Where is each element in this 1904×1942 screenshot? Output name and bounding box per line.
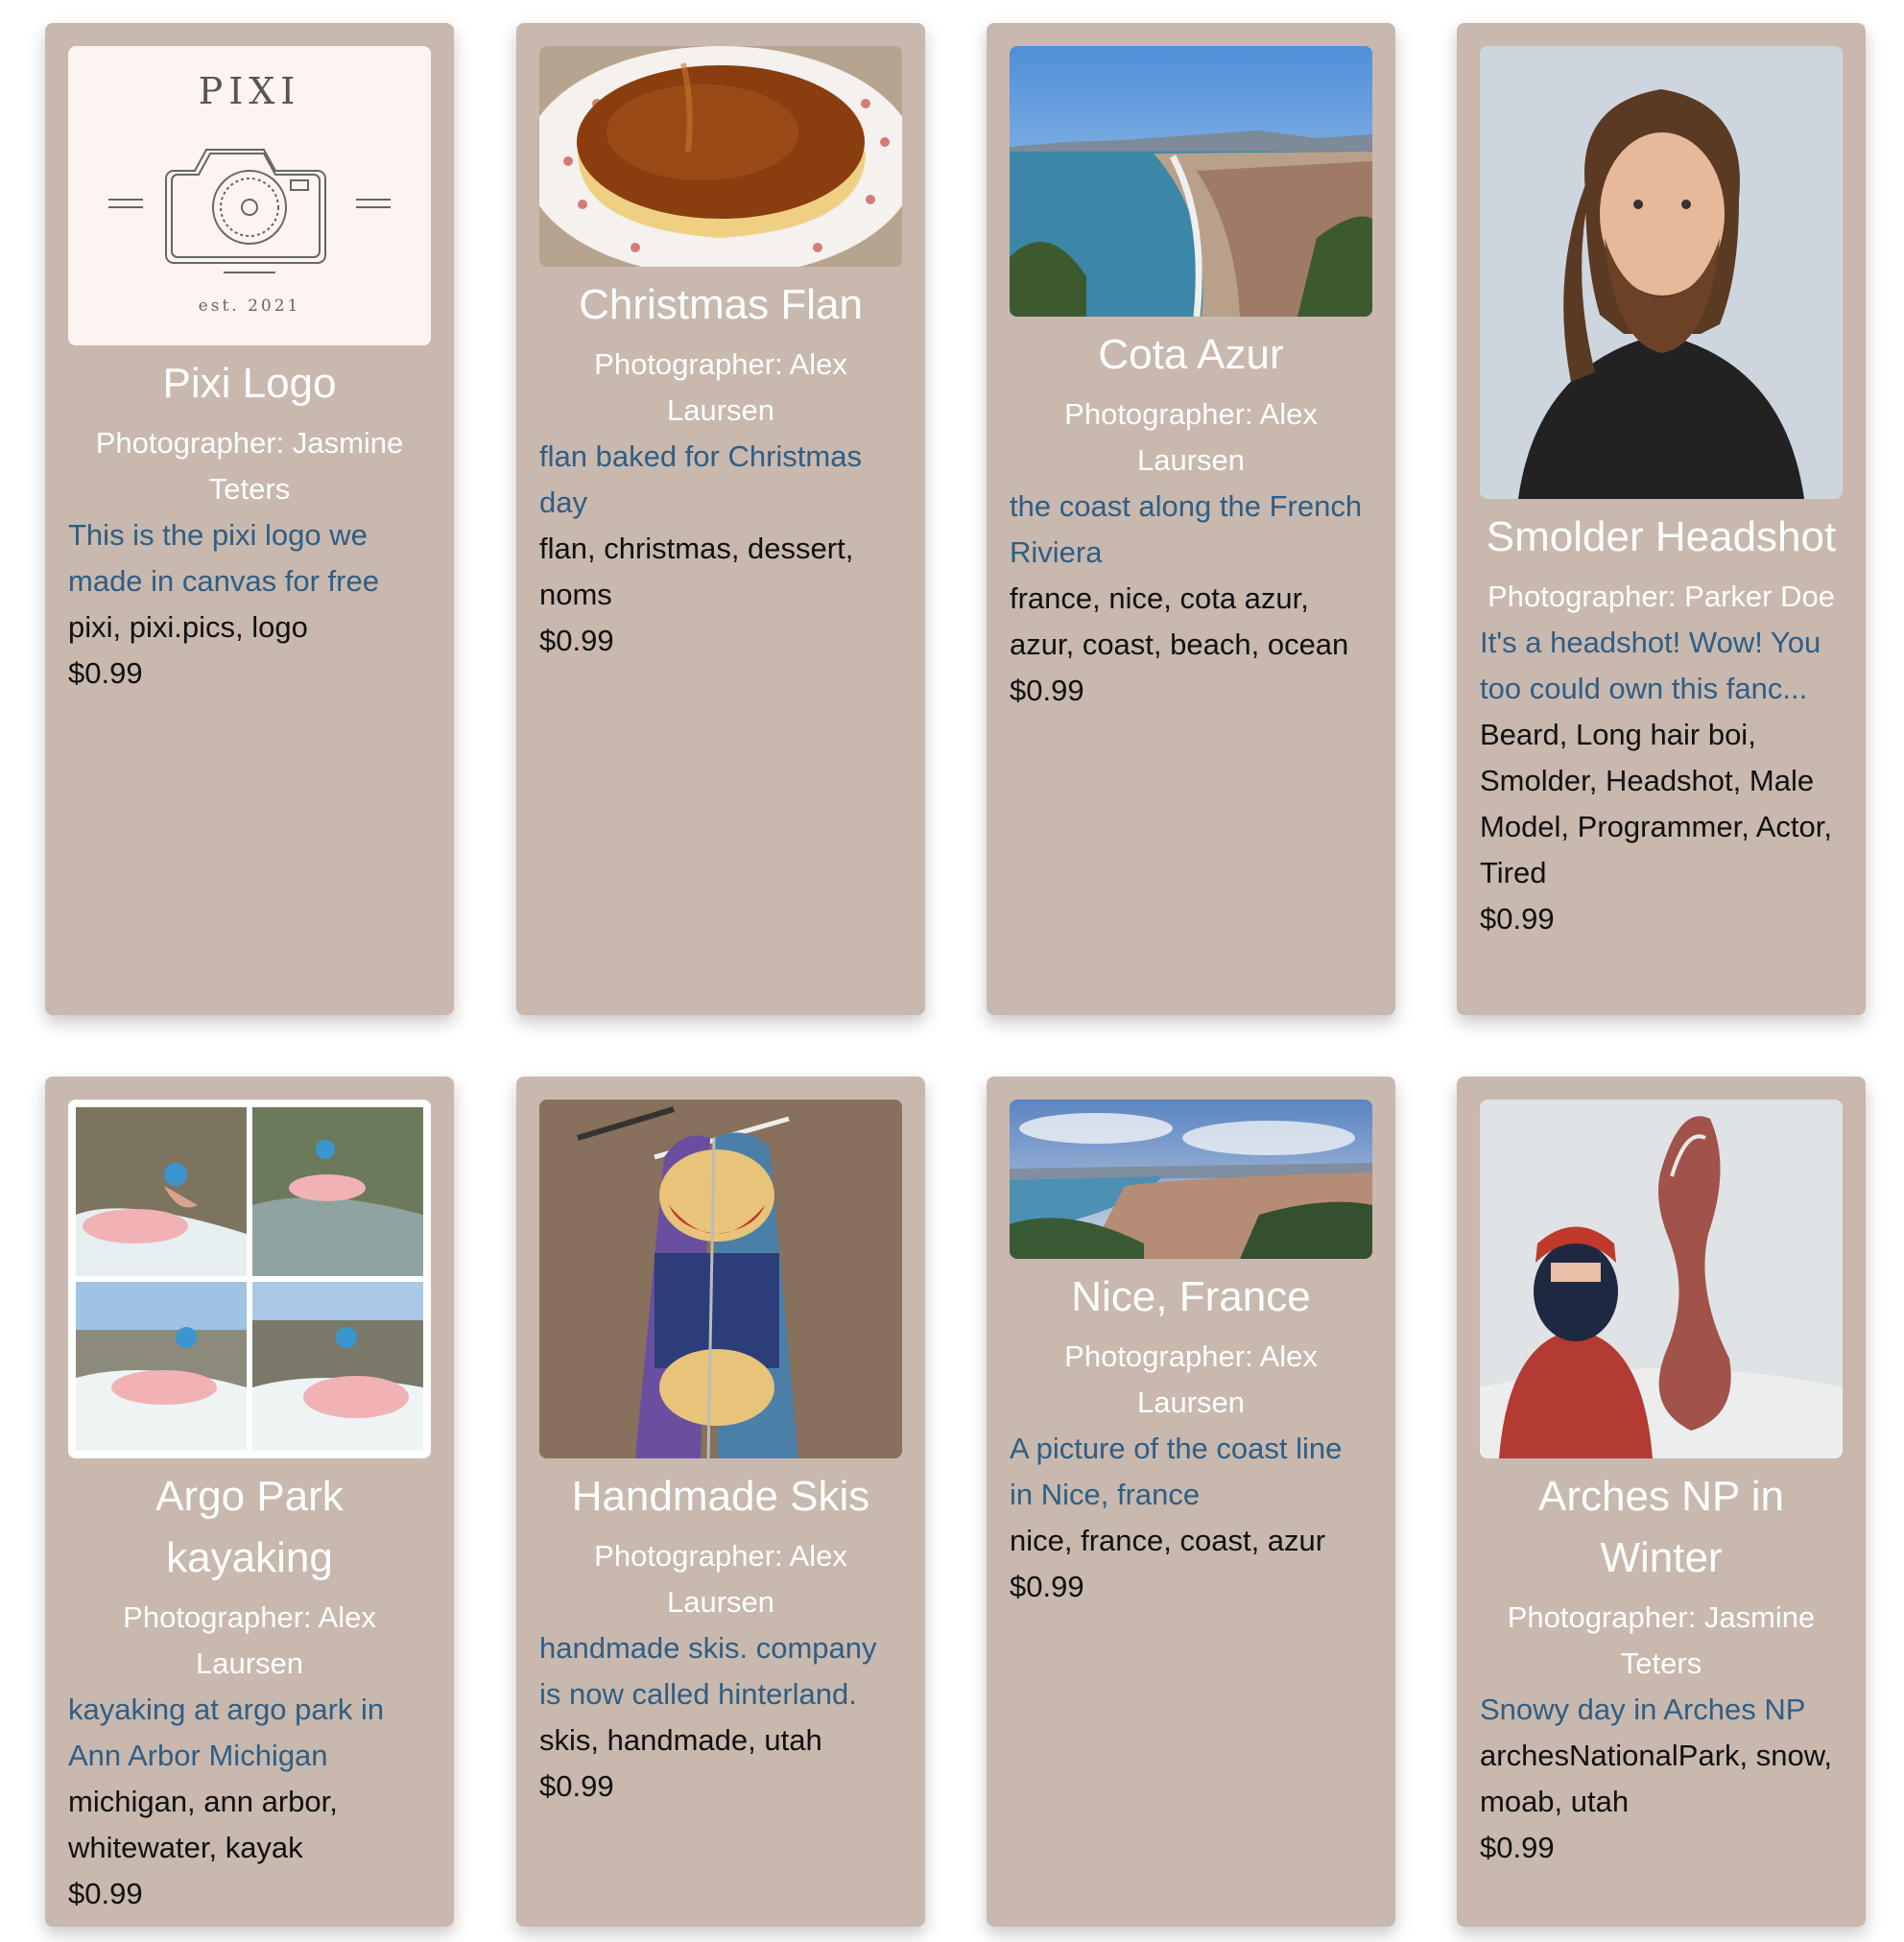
card-title[interactable]: Arches NP in Winter	[1480, 1466, 1843, 1589]
kayak-collage-photo[interactable]	[68, 1100, 431, 1458]
pixi-logo-image[interactable]: PIXI est. 2021	[68, 46, 431, 345]
card-description: flan baked for Christmas day	[539, 439, 862, 519]
card-tags: france, nice, cota azur, azur, coast, be…	[1010, 581, 1349, 661]
card-description: Snowy day in Arches NP	[1480, 1693, 1806, 1726]
card-description: kayaking at argo park in Ann Arbor Michi…	[68, 1693, 385, 1772]
card-photographer: Photographer: Alex Laursen	[1064, 397, 1318, 477]
card-description: It's a headshot! Wow! You too could own …	[1480, 626, 1821, 705]
card-description: handmade skis. company is now called hin…	[539, 1631, 877, 1711]
card-description: A picture of the coast line in Nice, fra…	[1010, 1432, 1343, 1511]
card-price: $0.99	[1480, 1831, 1555, 1864]
card-photographer: Photographer: Jasmine Teters	[95, 426, 404, 506]
photo-card[interactable]: Cota Azur Photographer: Alex Laursen the…	[987, 23, 1395, 1015]
card-description: This is the pixi logo we made in canvas …	[68, 518, 379, 598]
card-photographer: Photographer: Parker Doe	[1488, 580, 1835, 613]
card-price: $0.99	[68, 1877, 143, 1910]
photo-card[interactable]: Argo Park kayaking Photographer: Alex La…	[45, 1077, 454, 1927]
headshot-photo[interactable]	[1480, 46, 1843, 499]
card-title[interactable]: Nice, France	[1010, 1267, 1372, 1328]
coast-photo[interactable]	[1010, 46, 1372, 317]
card-title[interactable]: Handmade Skis	[539, 1466, 902, 1528]
flan-photo[interactable]	[539, 46, 902, 267]
card-photographer: Photographer: Jasmine Teters	[1507, 1600, 1816, 1680]
card-tags: archesNationalPark, snow, moab, utah	[1480, 1739, 1833, 1818]
card-price: $0.99	[1010, 1570, 1084, 1603]
card-tags: pixi, pixi.pics, logo	[68, 610, 308, 644]
card-title[interactable]: Pixi Logo	[68, 353, 431, 414]
card-price: $0.99	[539, 624, 614, 657]
card-tags: michigan, ann arbor, whitewater, kayak	[68, 1785, 338, 1864]
card-price: $0.99	[1480, 902, 1555, 935]
card-price: $0.99	[539, 1769, 614, 1803]
nice-panorama-photo[interactable]	[1010, 1100, 1372, 1259]
card-title[interactable]: Christmas Flan	[539, 274, 902, 336]
card-tags: Beard, Long hair boi, Smolder, Headshot,…	[1480, 718, 1832, 889]
card-title[interactable]: Argo Park kayaking	[68, 1466, 431, 1589]
card-description: the coast along the French Riviera	[1010, 489, 1363, 569]
card-price: $0.99	[68, 656, 143, 690]
card-price: $0.99	[1010, 674, 1084, 707]
photo-card[interactable]: Nice, France Photographer: Alex Laursen …	[987, 1077, 1395, 1927]
card-title[interactable]: Smolder Headshot	[1480, 507, 1843, 568]
photo-card[interactable]: Smolder Headshot Photographer: Parker Do…	[1457, 23, 1866, 1015]
skis-photo[interactable]	[539, 1100, 902, 1458]
photo-card[interactable]: Arches NP in Winter Photographer: Jasmin…	[1457, 1077, 1866, 1927]
card-tags: nice, france, coast, azur	[1010, 1524, 1326, 1557]
logo-wordmark: PIXI	[199, 70, 301, 112]
arches-winter-photo[interactable]	[1480, 1100, 1843, 1458]
card-photographer: Photographer: Alex Laursen	[123, 1600, 376, 1680]
photo-card[interactable]: Handmade Skis Photographer: Alex Laursen…	[516, 1077, 925, 1927]
card-title[interactable]: Cota Azur	[1010, 324, 1372, 386]
photo-card[interactable]: Christmas Flan Photographer: Alex Laurse…	[516, 23, 925, 1015]
logo-tagline: est. 2021	[199, 296, 301, 316]
card-tags: flan, christmas, dessert, noms	[539, 532, 854, 611]
photo-card[interactable]: PIXI est. 2021 Pixi Logo Photographer: J…	[45, 23, 454, 1015]
camera-icon	[108, 149, 391, 273]
card-photographer: Photographer: Alex Laursen	[1064, 1339, 1318, 1419]
card-photographer: Photographer: Alex Laursen	[594, 1539, 847, 1619]
card-tags: skis, handmade, utah	[539, 1723, 822, 1757]
card-photographer: Photographer: Alex Laursen	[594, 347, 847, 427]
